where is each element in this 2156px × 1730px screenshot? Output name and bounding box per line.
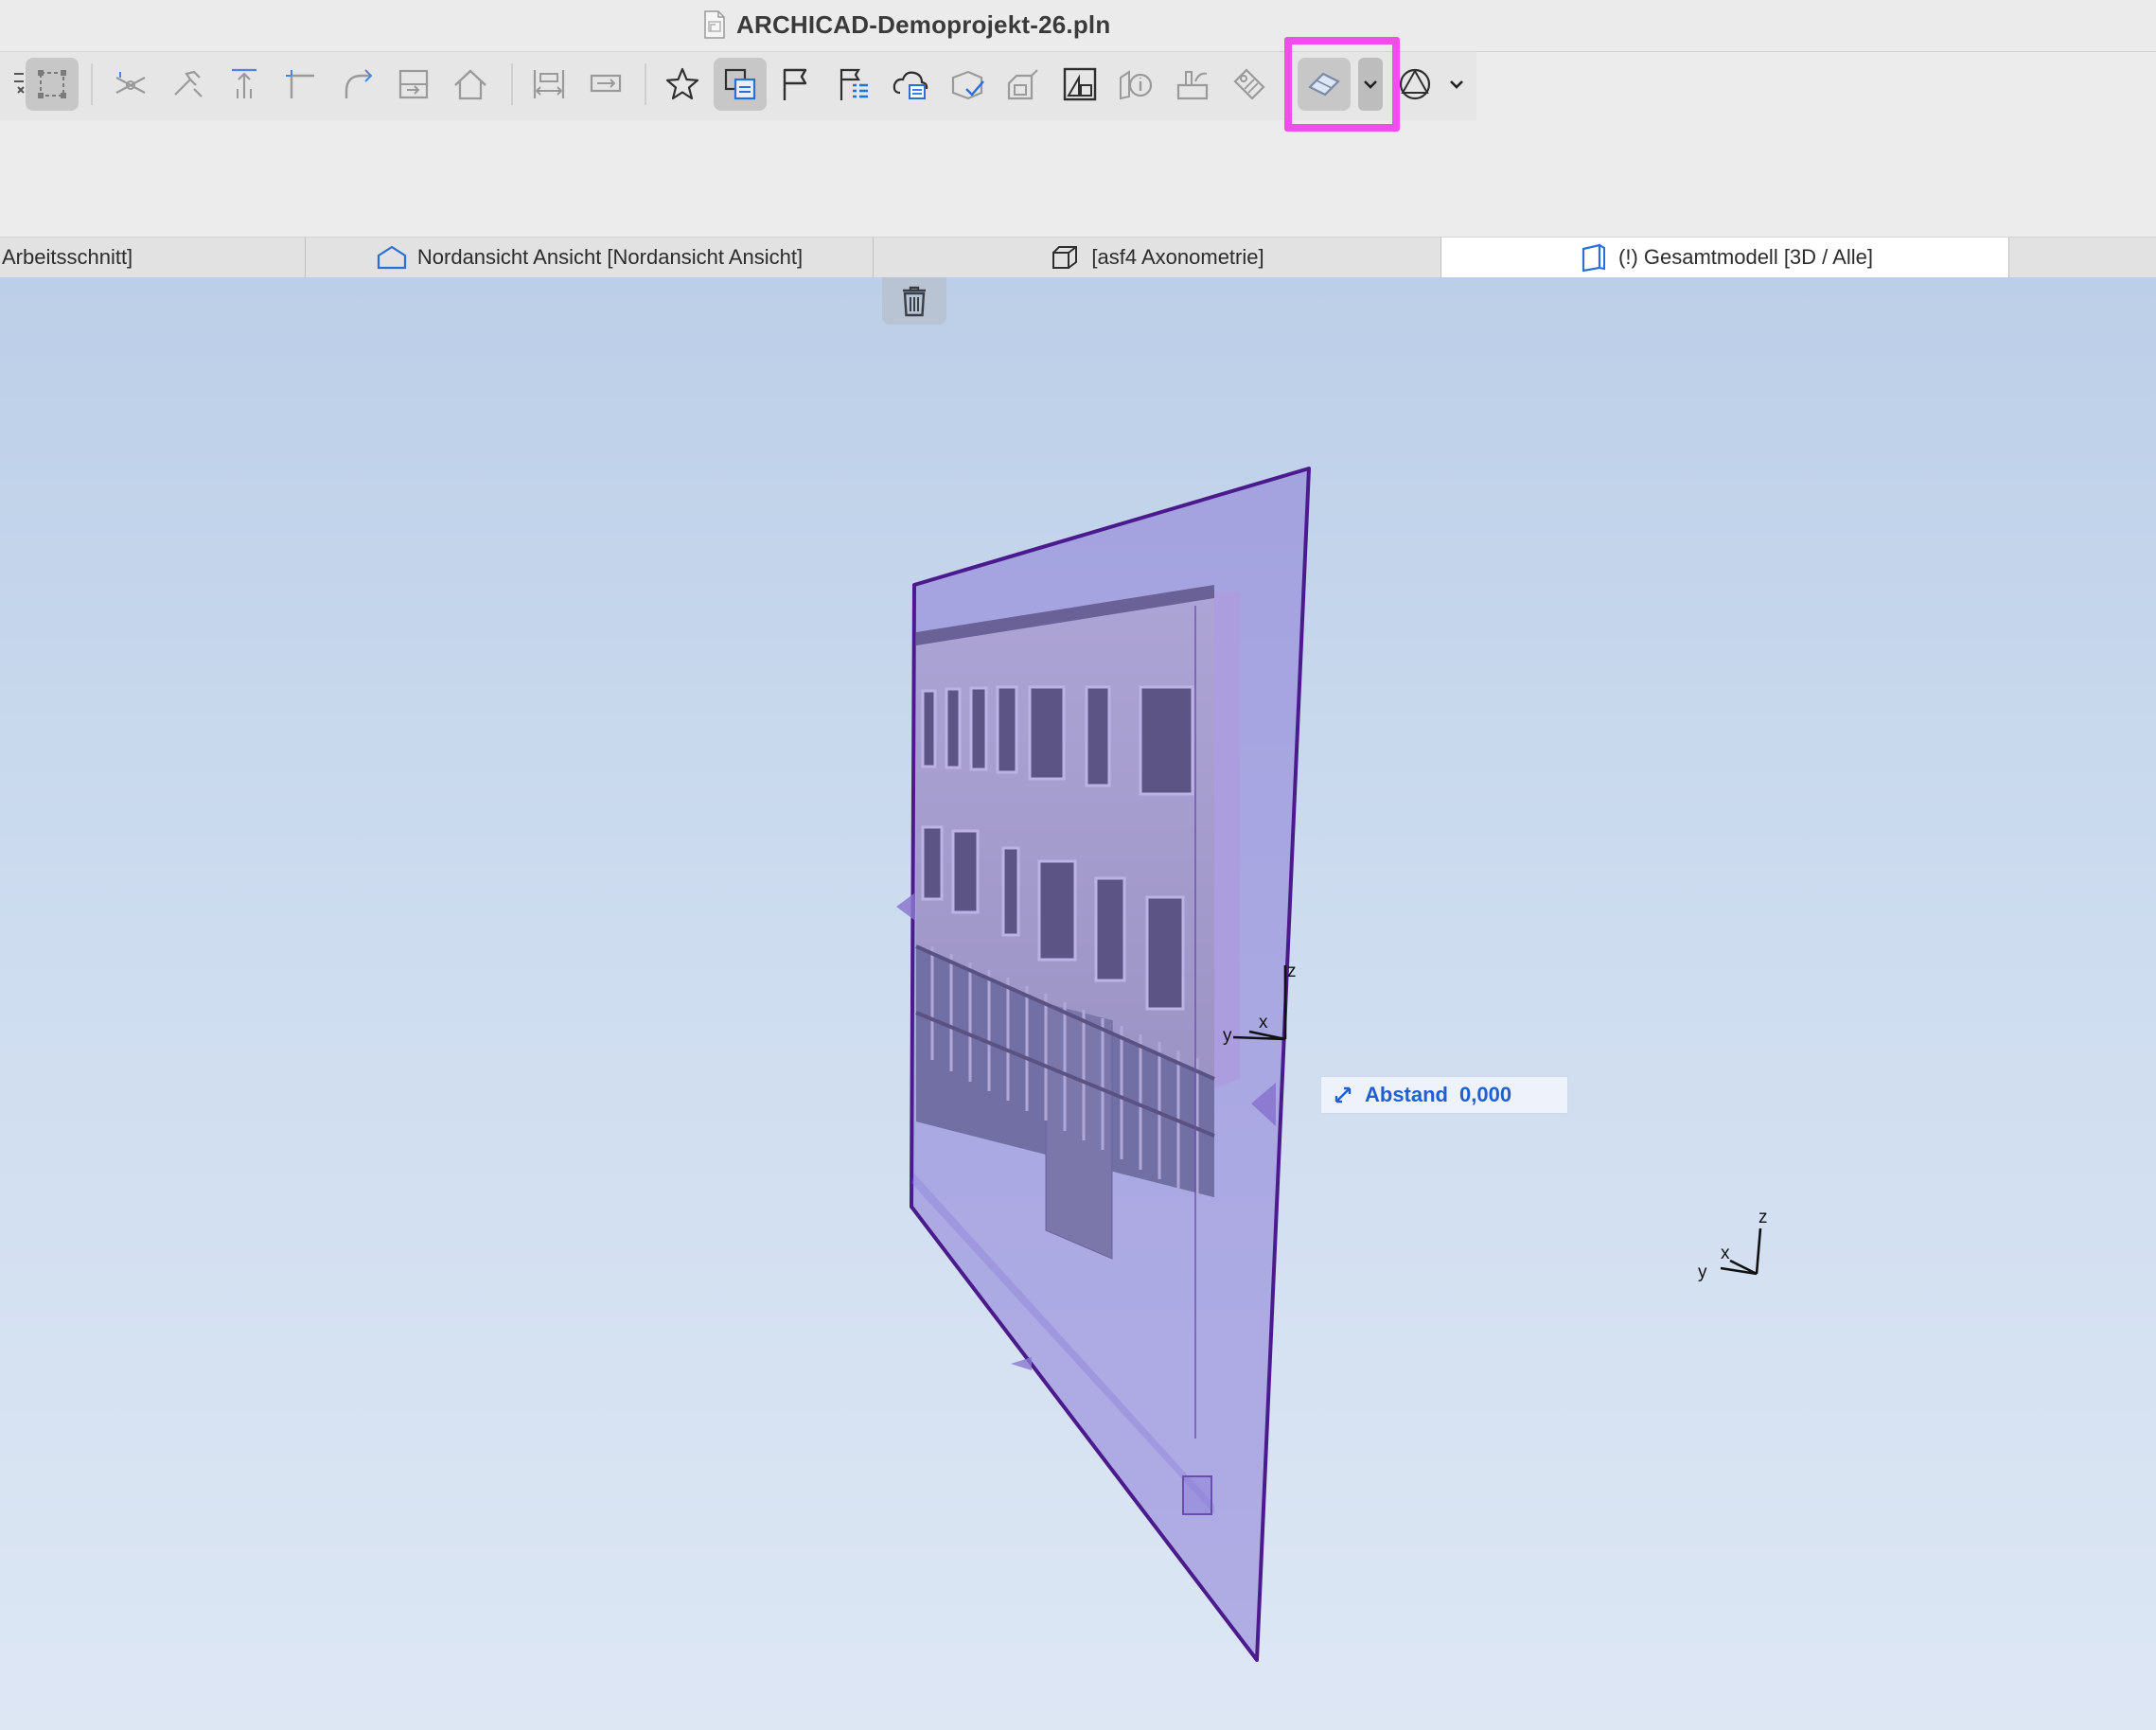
tab-label: [asf4 Axonometrie]	[1091, 245, 1264, 269]
intersect-tool-icon[interactable]	[274, 58, 327, 111]
highlight-frame	[1284, 37, 1400, 132]
svg-text:y: y	[1223, 1026, 1232, 1046]
tab-arbeitsschnitt[interactable]: Arbeitsschnitt]	[0, 238, 306, 277]
distance-tooltip[interactable]: Abstand 0,000	[1320, 1076, 1568, 1114]
tab-label: Nordansicht Ansicht [Nordansicht Ansicht…	[416, 245, 804, 269]
svg-text:z: z	[1287, 962, 1297, 981]
toolbar-strip	[0, 37, 1476, 132]
3d-model-icon	[1582, 243, 1605, 272]
distribute-tool-icon[interactable]	[522, 58, 575, 111]
surface-check-icon[interactable]	[941, 58, 994, 111]
title-group: ARCHICAD-Demoprojekt-26.pln	[702, 8, 1110, 42]
pln-document-icon	[704, 10, 725, 39]
schedule-list-icon[interactable]	[827, 58, 880, 111]
title-bar: ARCHICAD-Demoprojekt-26.pln	[0, 0, 2156, 52]
stretch-tool-icon[interactable]	[579, 58, 632, 111]
roof-tool-icon[interactable]	[444, 58, 497, 111]
cutting-plane[interactable]	[910, 467, 1311, 1662]
cloud-sync-icon[interactable]	[884, 58, 937, 111]
toolbar-separator	[91, 63, 93, 105]
elevation-icon	[377, 245, 406, 270]
split-tool-icon[interactable]	[387, 58, 440, 111]
window-title: ARCHICAD-Demoprojekt-26.pln	[736, 9, 1111, 39]
svg-text:z: z	[1758, 1208, 1768, 1227]
distance-value[interactable]: 0,000	[1459, 1083, 1511, 1107]
tab-label: (!) Gesamtmodell [3D / Alle]	[1618, 245, 1873, 269]
shape-display-icon[interactable]	[1388, 58, 1441, 111]
marquee-tool-icon[interactable]	[26, 58, 79, 111]
trim-tool-icon[interactable]	[104, 58, 157, 111]
axonometry-icon	[1052, 246, 1078, 269]
toolbar-separator	[645, 63, 646, 105]
tab-gesamtmodell[interactable]: (!) Gesamtmodell [3D / Alle]	[1441, 238, 2009, 277]
tab-label: Arbeitsschnitt]	[2, 245, 133, 269]
shape-display-dropdown[interactable]	[1444, 58, 1469, 111]
svg-text:x: x	[1259, 1013, 1268, 1033]
toolbar-separator	[511, 63, 513, 105]
resize-arrow-icon	[1334, 1086, 1352, 1103]
toolbar	[0, 37, 2156, 237]
info-shapes-icon[interactable]	[1109, 58, 1162, 111]
view-tab-bar: Arbeitsschnitt] Nordansicht Ansicht [Nor…	[0, 237, 2156, 278]
tab-nordansicht[interactable]: Nordansicht Ansicht [Nordansicht Ansicht…	[306, 238, 874, 277]
svg-text:x: x	[1721, 1244, 1730, 1263]
renovation-icon[interactable]	[1166, 58, 1219, 111]
flag-icon[interactable]	[769, 58, 822, 111]
layout-book-icon[interactable]	[714, 58, 767, 111]
global-axis-gizmo: z x y	[1698, 1208, 1768, 1282]
favorites-star-icon[interactable]	[656, 58, 709, 111]
tag-icon[interactable]	[1223, 58, 1276, 111]
tab-axonometrie[interactable]: [asf4 Axonometrie]	[874, 238, 1441, 277]
section-view-icon[interactable]	[1053, 58, 1106, 111]
chevron-down-icon	[1450, 80, 1463, 89]
distance-label: Abstand	[1365, 1083, 1448, 1106]
model-compare-icon[interactable]	[997, 58, 1050, 111]
elevate-tool-icon[interactable]	[218, 58, 271, 111]
3d-viewport[interactable]: z x y z x y Abstand 0,000	[0, 277, 2156, 1730]
fillet-tool-icon[interactable]	[330, 58, 383, 111]
adjust-tool-icon[interactable]	[161, 58, 214, 111]
3d-scene: z x y z x y	[896, 467, 1768, 1662]
svg-text:y: y	[1698, 1262, 1707, 1282]
